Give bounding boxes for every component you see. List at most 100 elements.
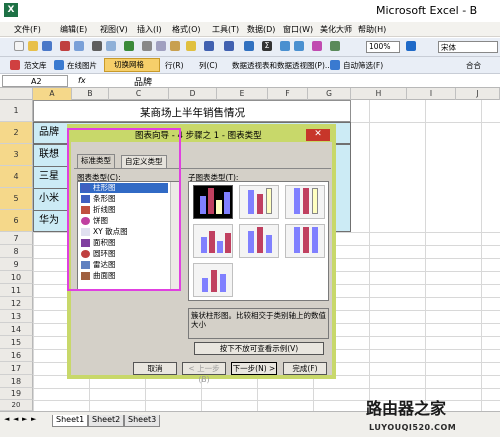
cut-icon[interactable]	[142, 41, 152, 51]
save-icon[interactable]	[42, 41, 52, 51]
row-header-13[interactable]: 13	[0, 310, 33, 323]
menu-data[interactable]: 数据(D)	[247, 24, 275, 35]
open-icon[interactable]	[28, 41, 38, 51]
row-header-16[interactable]: 16	[0, 349, 33, 362]
col-header-b[interactable]: B	[72, 88, 109, 100]
menu-edit[interactable]: 编辑(E)	[60, 24, 87, 35]
copy-icon[interactable]	[156, 41, 166, 51]
combine-button[interactable]: 合合	[466, 60, 481, 71]
subtype-3d-column[interactable]	[193, 263, 233, 297]
subtype-clustered-column[interactable]	[193, 185, 233, 219]
cancel-button[interactable]: 取消	[133, 362, 177, 375]
cell-a2[interactable]: 品牌	[33, 122, 59, 144]
email-icon[interactable]	[74, 41, 84, 51]
menu-view[interactable]: 视图(V)	[100, 24, 128, 35]
col-header-d[interactable]: D	[169, 88, 217, 100]
sheet-tab-3[interactable]: Sheet3	[124, 415, 161, 427]
print-icon[interactable]	[92, 41, 102, 51]
row-header-6[interactable]: 6	[0, 210, 33, 232]
row-header-7[interactable]: 7	[0, 232, 33, 245]
formula-input[interactable]: 品牌	[134, 75, 152, 88]
row-button[interactable]: 行(R)	[165, 60, 184, 71]
autofilter-button[interactable]: 自动筛选(F)	[343, 60, 383, 71]
cell-a4[interactable]: 三星	[33, 166, 59, 188]
subtype-3d-100-stacked-column[interactable]	[285, 224, 325, 258]
row-header-5[interactable]: 5	[0, 188, 33, 210]
column-button[interactable]: 列(C)	[199, 60, 218, 71]
select-all-corner[interactable]	[0, 88, 33, 100]
paste-icon[interactable]	[170, 41, 180, 51]
sheet-tab-1[interactable]: Sheet1	[52, 415, 89, 427]
tab-scroll-next-icon[interactable]: ►	[22, 415, 27, 423]
zoom-select[interactable]: 100%	[366, 41, 400, 53]
menu-insert[interactable]: 插入(I)	[137, 24, 162, 35]
row-header-2[interactable]: 2	[0, 122, 33, 144]
new-icon[interactable]	[14, 41, 24, 51]
format-painter-icon[interactable]	[186, 41, 196, 51]
col-header-c[interactable]: C	[109, 88, 169, 100]
col-header-j[interactable]: J	[456, 88, 500, 100]
sort-ascending-icon[interactable]	[280, 41, 290, 51]
pivot-table-button[interactable]: 数据透视表和数据透视图(P)...	[232, 60, 332, 71]
row-header-14[interactable]: 14	[0, 323, 33, 336]
menu-beautify[interactable]: 美化大师	[320, 24, 352, 35]
online-image-button[interactable]: 在线图片	[67, 60, 97, 71]
row-header-12[interactable]: 12	[0, 297, 33, 310]
redo-icon[interactable]	[224, 41, 234, 51]
name-box[interactable]: A2	[2, 75, 68, 87]
chart-wizard-icon[interactable]	[312, 41, 322, 51]
menu-help[interactable]: 帮助(H)	[358, 24, 386, 35]
col-header-h[interactable]: H	[351, 88, 407, 100]
permission-icon[interactable]	[60, 41, 70, 51]
autosum-icon[interactable]: Σ	[262, 41, 272, 51]
row-header-9[interactable]: 9	[0, 258, 33, 271]
row-header-4[interactable]: 4	[0, 166, 33, 188]
menu-tools[interactable]: 工具(T)	[212, 24, 239, 35]
row-header-20[interactable]: 20	[0, 400, 33, 411]
menu-file[interactable]: 文件(F)	[14, 24, 41, 35]
spelling-icon[interactable]	[124, 41, 134, 51]
row-header-8[interactable]: 8	[0, 245, 33, 258]
fanwen-button[interactable]: 范文库	[24, 60, 47, 71]
close-icon[interactable]: ✕	[306, 129, 330, 141]
cell-a5[interactable]: 小米	[33, 188, 59, 210]
col-header-e[interactable]: E	[217, 88, 268, 100]
drawing-icon[interactable]	[330, 41, 340, 51]
row-header-1[interactable]: 1	[0, 100, 33, 122]
row-header-10[interactable]: 10	[0, 271, 33, 284]
col-header-f[interactable]: F	[268, 88, 308, 100]
sheet-tab-2[interactable]: Sheet2	[88, 415, 125, 427]
help-icon[interactable]	[406, 41, 416, 51]
undo-icon[interactable]	[204, 41, 214, 51]
next-button[interactable]: 下一步(N) >	[231, 362, 277, 375]
row-header-17[interactable]: 17	[0, 362, 33, 375]
subtype-3d-clustered-column[interactable]	[193, 224, 233, 258]
toggle-grid-button[interactable]: 切换网格	[104, 58, 160, 72]
fx-icon[interactable]: fx	[78, 76, 86, 85]
tab-scroll-first-icon[interactable]: ◄	[4, 415, 9, 423]
print-preview-icon[interactable]	[106, 41, 116, 51]
tab-scroll-last-icon[interactable]: ►	[31, 415, 36, 423]
menu-window[interactable]: 窗口(W)	[283, 24, 313, 35]
col-header-i[interactable]: I	[407, 88, 456, 100]
tab-scroll-prev-icon[interactable]: ◄	[13, 415, 18, 423]
subtype-100-stacked-column[interactable]	[285, 185, 325, 219]
menu-format[interactable]: 格式(O)	[172, 24, 201, 35]
cell-a3[interactable]: 联想	[33, 144, 59, 166]
sort-descending-icon[interactable]	[294, 41, 304, 51]
row-header-15[interactable]: 15	[0, 336, 33, 349]
subtype-3d-stacked-column[interactable]	[239, 224, 279, 258]
cell-a6[interactable]: 华为	[33, 210, 59, 232]
subtype-stacked-column[interactable]	[239, 185, 279, 219]
col-header-g[interactable]: G	[308, 88, 351, 100]
row-header-19[interactable]: 19	[0, 388, 33, 400]
col-header-a[interactable]: A	[33, 88, 72, 100]
finish-button[interactable]: 完成(F)	[283, 362, 327, 375]
row-header-18[interactable]: 18	[0, 375, 33, 388]
chart-subtype-gallery[interactable]	[188, 181, 329, 301]
row-header-3[interactable]: 3	[0, 144, 33, 166]
font-select[interactable]: 宋体	[438, 41, 498, 53]
hyperlink-icon[interactable]	[244, 41, 254, 51]
preview-sample-button[interactable]: 按下不放可查看示例(V)	[194, 342, 324, 355]
row-header-11[interactable]: 11	[0, 284, 33, 297]
